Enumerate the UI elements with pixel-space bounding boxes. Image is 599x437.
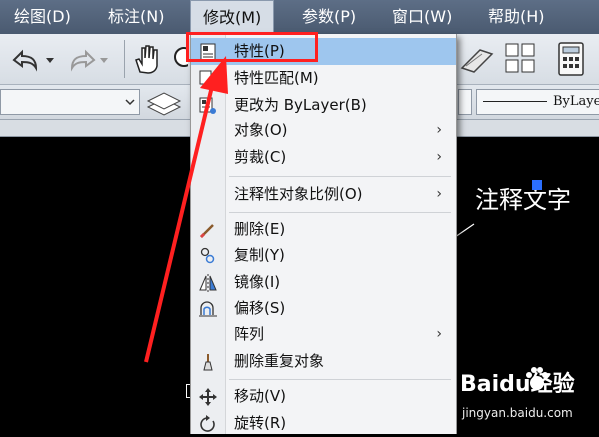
undo-icon[interactable] [6,44,66,74]
submenu-arrow-icon: › [436,149,442,165]
layer-dropdown[interactable] [0,89,140,115]
menu-bar: 绘图(D) 标注(N) 修改(M) 参数(P) 窗口(W) 帮助(H) [0,0,599,34]
menu-item-label: 旋转(R) [234,414,287,432]
menu-draw[interactable]: 绘图(D) [14,0,71,34]
watermark: Baidu经验 jingyan.baidu.com [460,356,599,434]
watermark-brand: Baidu经验 [460,372,575,397]
menu-dimension[interactable]: 标注(N) [108,0,164,34]
watermark-url: jingyan.baidu.com [462,406,573,420]
color-dropdown-edge[interactable] [458,89,472,115]
menu-item-label: 注释性对象比例(O) [234,185,363,203]
chevron-down-icon [125,99,135,106]
submenu-arrow-icon: › [436,122,442,138]
submenu-arrow-icon: › [436,326,442,342]
menu-parametric[interactable]: 参数(P) [302,0,356,34]
linetype-preview [483,101,547,102]
menu-separator [229,176,451,177]
calculator-icon[interactable] [554,40,588,78]
toolbar-separator [124,40,125,78]
menu-window[interactable]: 窗口(W) [392,0,452,34]
menu-separator [229,212,451,213]
menu-modify[interactable]: 修改(M) [190,0,275,34]
annotation-arrow [144,56,228,363]
menu-item-move[interactable]: 移动(V) [191,383,456,410]
text-grip[interactable] [532,180,542,190]
submenu-arrow-icon: › [436,186,442,202]
design-center-icon[interactable] [502,40,542,78]
menu-item-label: 移动(V) [234,387,286,405]
linetype-dropdown[interactable]: ByLayer [476,89,599,115]
redo-icon[interactable] [64,44,124,74]
menu-separator [229,379,451,380]
menu-item-rotate[interactable]: 旋转(R) [191,410,456,437]
annotation-text-object[interactable]: 注释文字 [475,180,571,215]
menu-help[interactable]: 帮助(H) [488,0,545,34]
move-icon [199,388,217,406]
rotate-icon [200,415,215,432]
layer-tool-icon[interactable] [458,44,498,74]
menu-item-label: 更改为 ByLayer(B) [234,96,367,114]
linetype-value: ByLayer [553,94,599,109]
